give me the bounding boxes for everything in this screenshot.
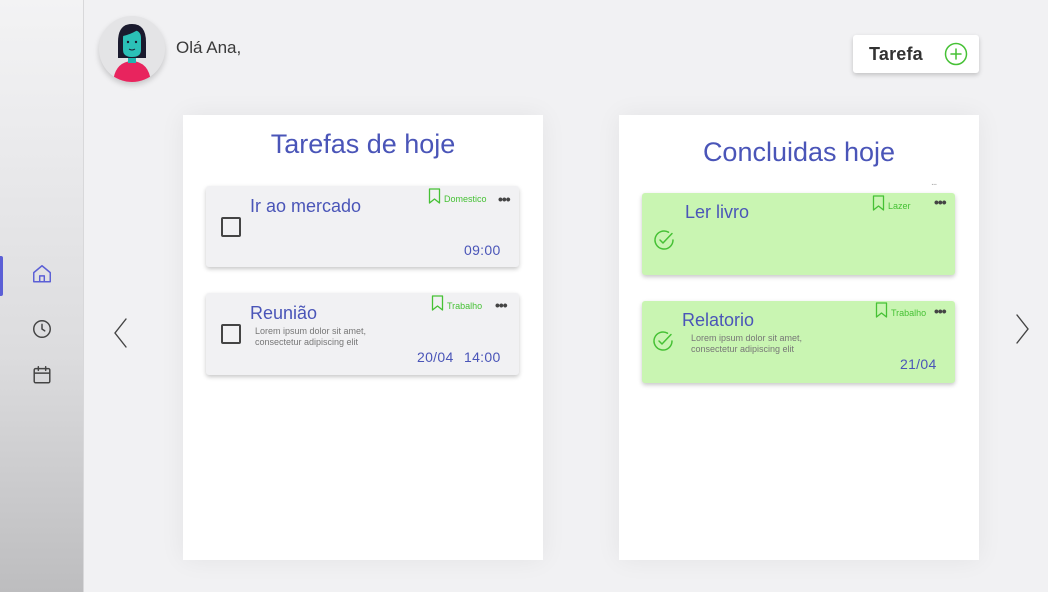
check-circle-icon[interactable]: [652, 228, 676, 252]
task-tag[interactable]: Lazer: [872, 195, 911, 211]
done-tasks-panel: Concluidas hoje ... Ler livro Lazer ••• …: [619, 115, 979, 560]
add-task-label: Tarefa: [869, 43, 923, 64]
task-date: 20/04: [417, 349, 454, 365]
bookmark-icon: [431, 295, 444, 311]
panel-title: Concluidas hoje: [702, 137, 896, 167]
task-description: Lorem ipsum dolor sit amet, consectetur …: [255, 326, 367, 347]
next-arrow-icon[interactable]: [1013, 312, 1031, 346]
tag-label: Lazer: [888, 201, 911, 211]
bookmark-icon: [872, 195, 885, 211]
nav-history[interactable]: [0, 311, 84, 347]
avatar[interactable]: [99, 16, 165, 82]
bookmark-icon: [428, 188, 441, 204]
task-time: 14:00: [464, 349, 501, 365]
task-card[interactable]: Reunião Lorem ipsum dolor sit amet, cons…: [206, 293, 519, 375]
previous-arrow-icon[interactable]: [112, 316, 130, 350]
home-icon: [33, 265, 51, 283]
task-tag[interactable]: Trabalho: [431, 295, 482, 311]
bookmark-icon: [875, 302, 888, 318]
task-tag[interactable]: Domestico: [428, 188, 487, 204]
add-task-button[interactable]: Tarefa: [853, 35, 979, 73]
more-options-icon[interactable]: •••: [498, 192, 511, 206]
more-options-icon[interactable]: •••: [934, 195, 947, 209]
task-card[interactable]: Ir ao mercado Domestico ••• 09:00: [206, 186, 519, 267]
task-checkbox[interactable]: [221, 217, 241, 237]
task-title: Reunião: [250, 303, 318, 323]
more-options-icon[interactable]: •••: [934, 304, 947, 318]
done-task-card[interactable]: Ler livro Lazer •••: [642, 193, 955, 275]
task-title: Relatorio: [682, 310, 755, 330]
panel-more-icon[interactable]: ...: [931, 177, 937, 188]
tag-label: Trabalho: [447, 301, 483, 311]
greeting-text: Olá Ana,: [176, 38, 242, 57]
task-title: Ir ao mercado: [250, 196, 362, 216]
done-task-card[interactable]: Relatorio Lorem ipsum dolor sit amet, co…: [642, 301, 955, 383]
task-date: 21/04: [900, 356, 937, 372]
nav-calendar[interactable]: [0, 357, 84, 393]
calendar-icon: [33, 366, 51, 384]
check-circle-icon[interactable]: [651, 329, 675, 353]
today-tasks-panel: Tarefas de hoje Ir ao mercado Domestico …: [183, 115, 543, 560]
plus-circle-icon: [944, 42, 968, 66]
task-description: Lorem ipsum dolor sit amet, consectetur …: [691, 333, 803, 354]
user-avatar-illustration: [113, 24, 151, 82]
task-tag[interactable]: Trabalho: [875, 302, 926, 318]
more-options-icon[interactable]: •••: [495, 298, 508, 312]
tag-label: Trabalho: [891, 308, 927, 318]
sidebar: [0, 0, 84, 592]
nav-home[interactable]: [0, 256, 84, 296]
task-title: Ler livro: [685, 202, 750, 222]
task-checkbox[interactable]: [221, 324, 241, 344]
clock-icon: [33, 320, 51, 338]
tag-label: Domestico: [444, 194, 487, 204]
task-time: 09:00: [464, 242, 501, 258]
panel-title: Tarefas de hoje: [270, 129, 456, 159]
